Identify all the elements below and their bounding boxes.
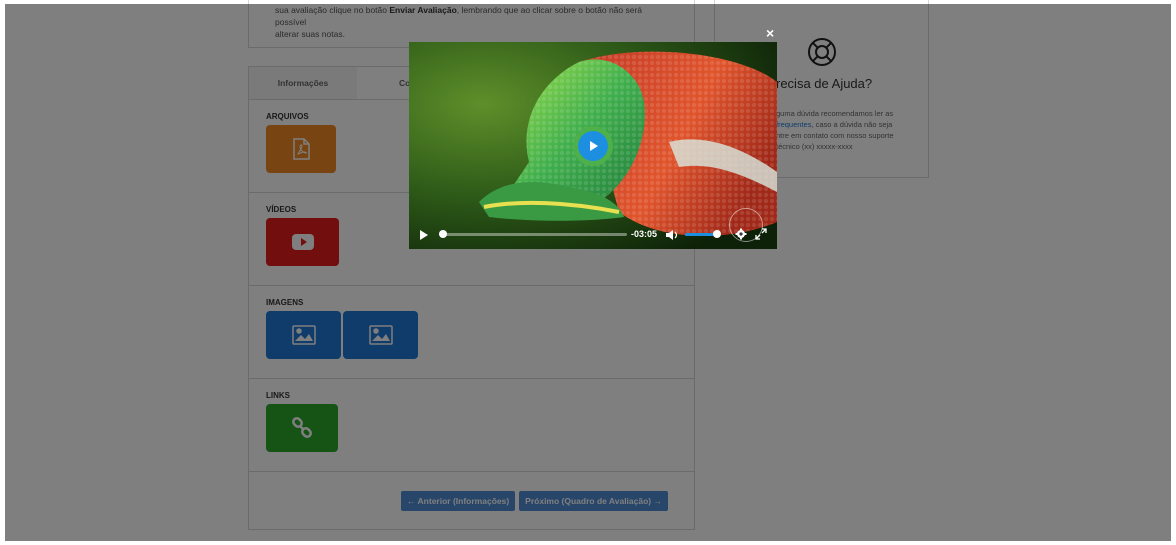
gear-icon[interactable] xyxy=(735,228,747,240)
progress-handle[interactable] xyxy=(439,230,447,238)
time-remaining: -03:05 xyxy=(631,229,658,239)
fullscreen-icon[interactable] xyxy=(755,228,767,240)
close-icon[interactable]: × xyxy=(766,25,774,41)
progress-bar[interactable] xyxy=(439,230,627,238)
play-icon[interactable] xyxy=(419,229,429,241)
volume-slider[interactable] xyxy=(685,230,721,238)
big-play-button[interactable] xyxy=(578,131,608,161)
video-player[interactable]: -03:05 xyxy=(409,42,777,249)
volume-handle[interactable] xyxy=(713,230,721,238)
video-controls: -03:05 xyxy=(409,221,777,249)
volume-icon[interactable] xyxy=(665,229,679,241)
play-icon xyxy=(590,141,598,151)
